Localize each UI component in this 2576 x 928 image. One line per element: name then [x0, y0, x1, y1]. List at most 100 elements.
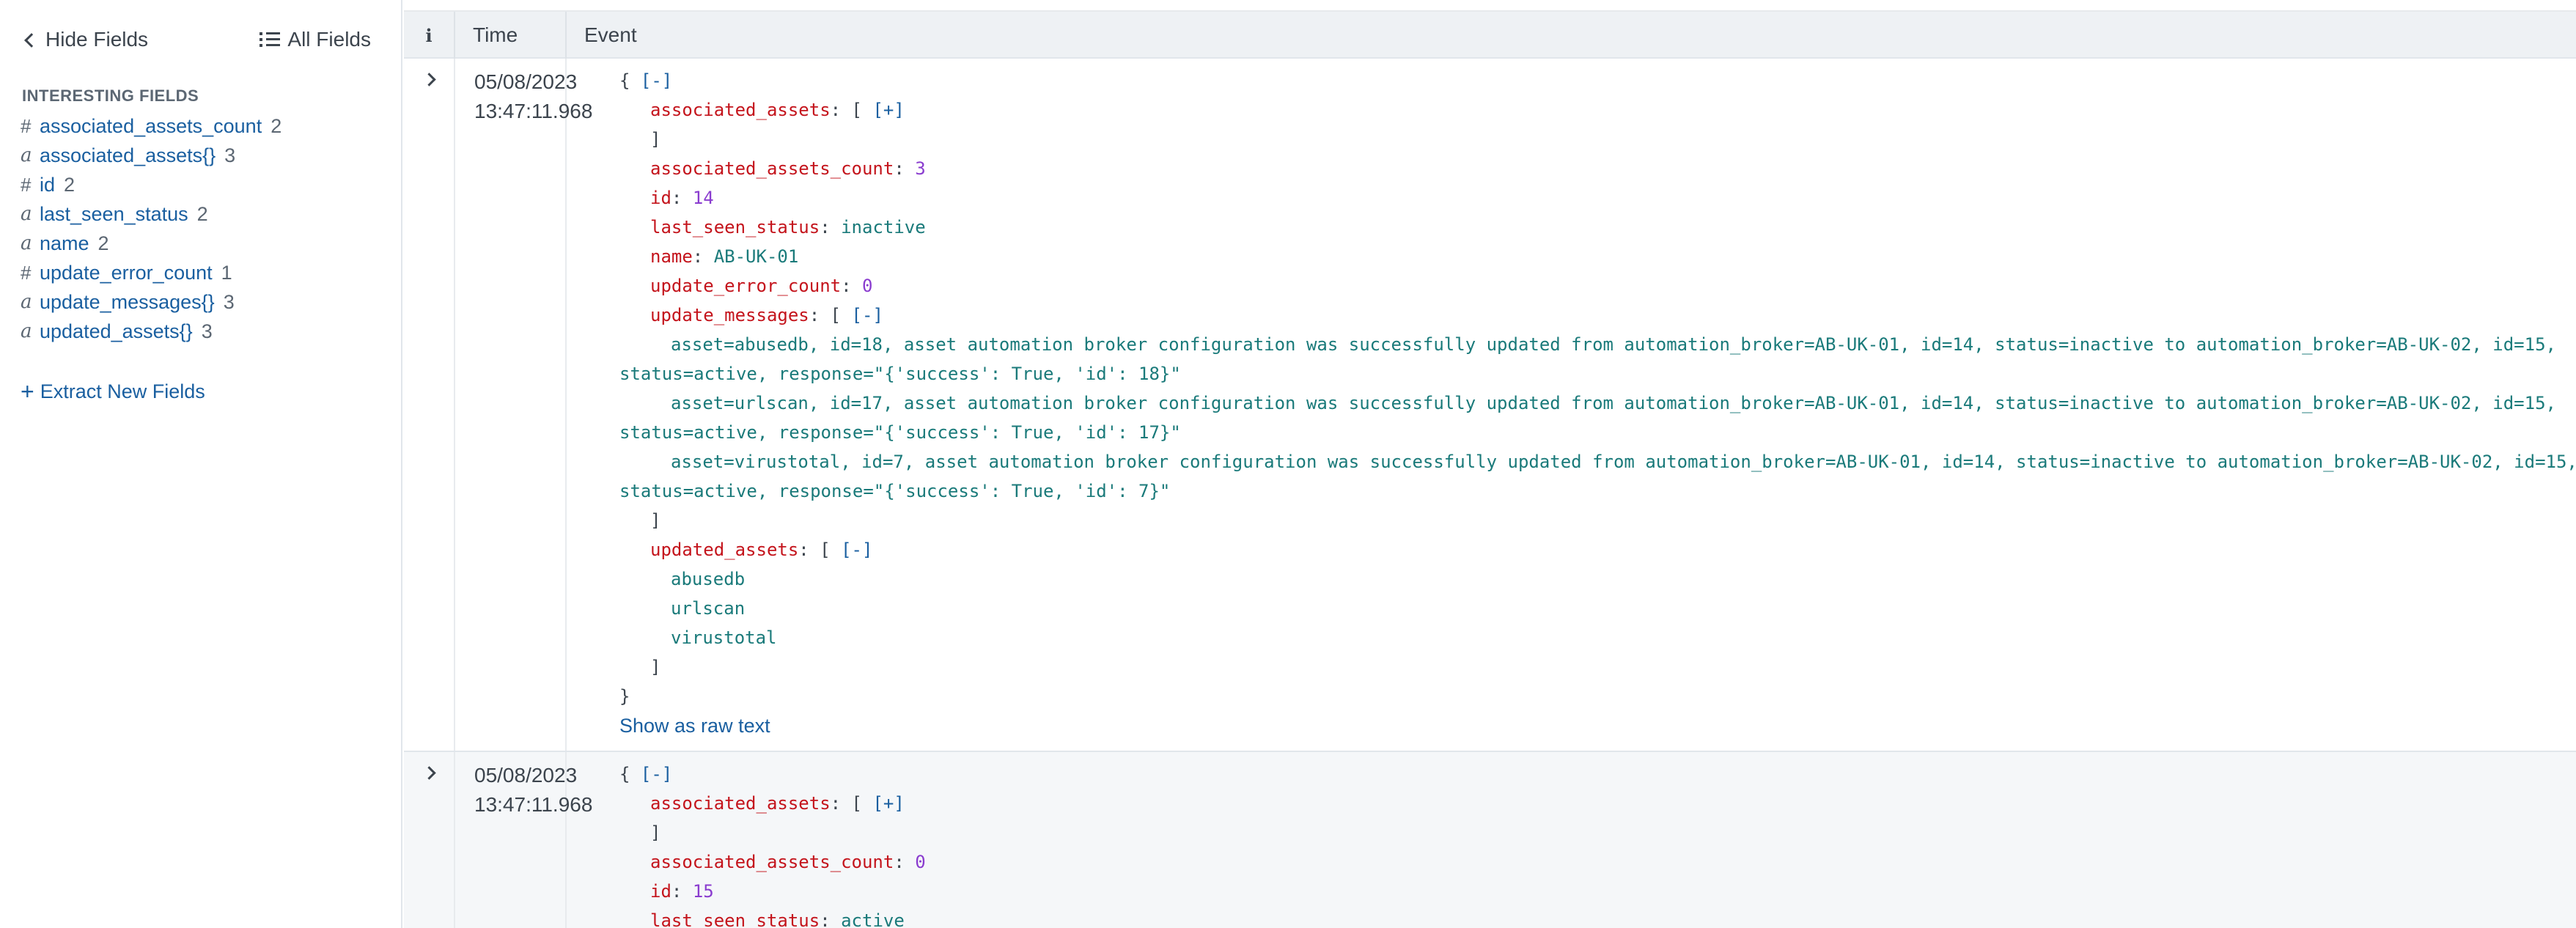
collapse-toggle[interactable]: [-] — [841, 540, 872, 560]
collapse-toggle[interactable]: [-] — [852, 305, 883, 325]
json-line: update_messages: [ [-] — [650, 305, 883, 325]
event-time: 05/08/2023 13:47:11.968 — [474, 761, 592, 820]
field-item[interactable]: a name 2 — [21, 229, 281, 258]
expand-row-chevron-icon[interactable] — [422, 73, 438, 88]
json-key[interactable]: associated_assets_count — [650, 852, 894, 872]
field-item[interactable]: # update_error_count 1 — [21, 258, 281, 287]
field-item[interactable]: a updated_assets{} 3 — [21, 317, 281, 346]
expand-toggle[interactable]: [+] — [872, 100, 904, 120]
collapse-toggle[interactable]: [-] — [641, 70, 672, 91]
field-name[interactable]: associated_assets{} — [40, 144, 216, 167]
json-line: ] — [650, 822, 661, 843]
updated-asset[interactable]: urlscan — [619, 594, 2555, 623]
json-value[interactable]: 3 — [915, 158, 925, 179]
field-item[interactable]: a update_messages{} 3 — [21, 287, 281, 317]
events-panel: i Time Event 05/08/2023 13:47:11.968 { [… — [404, 0, 2576, 928]
json-key[interactable]: name — [650, 246, 693, 267]
json-line: id: 14 — [650, 188, 714, 208]
info-column-header[interactable]: i — [404, 12, 455, 59]
json-line: last_seen_status: inactive — [650, 217, 926, 237]
event-json: { [-] associated_assets: [ [+] ] associa… — [619, 66, 2576, 740]
json-key[interactable]: updated_assets — [650, 540, 798, 560]
extract-new-fields-label: Extract New Fields — [40, 380, 205, 402]
field-item[interactable]: a associated_assets{} 3 — [21, 141, 281, 170]
event-column-header[interactable]: Event — [567, 12, 637, 59]
json-value[interactable]: 0 — [862, 276, 872, 296]
field-name[interactable]: name — [40, 232, 89, 255]
json-value[interactable]: 0 — [915, 852, 925, 872]
field-name[interactable]: updated_assets{} — [40, 320, 193, 343]
events-table-header: i Time Event — [404, 12, 2576, 59]
json-value[interactable]: 15 — [693, 881, 714, 902]
numeric-type-icon: # — [21, 261, 32, 284]
time-column-header[interactable]: Time — [455, 12, 567, 59]
field-count: 3 — [201, 320, 213, 342]
field-count: 2 — [97, 232, 109, 254]
update-message[interactable]: asset=urlscan, id=17, asset automation b… — [619, 388, 2556, 447]
field-count: 2 — [64, 173, 76, 196]
json-line: associated_assets: [ [+] — [650, 100, 905, 120]
json-key[interactable]: associated_assets — [650, 100, 831, 120]
field-name[interactable]: update_error_count — [40, 262, 213, 284]
field-name[interactable]: update_messages{} — [40, 291, 215, 314]
extract-new-fields-link[interactable]: + Extract New Fields — [21, 380, 205, 403]
json-line: ] — [650, 129, 661, 150]
field-name[interactable]: associated_assets_count — [40, 115, 262, 138]
json-key[interactable]: id — [650, 881, 671, 902]
column-divider — [565, 59, 567, 751]
event-clock: 13:47:11.968 — [474, 793, 593, 816]
json-key[interactable]: associated_assets — [650, 793, 831, 814]
field-count: 3 — [224, 144, 236, 166]
interesting-fields-list: # associated_assets_count 2 a associated_as… — [21, 111, 281, 346]
json-value[interactable]: AB-UK-01 — [714, 246, 799, 267]
json-key[interactable]: associated_assets_count — [650, 158, 894, 179]
json-key[interactable]: last_seen_status — [650, 910, 820, 928]
json-line: updated_assets: [ [-] — [650, 540, 873, 560]
column-divider — [454, 752, 455, 928]
event-row: 05/08/2023 13:47:11.968 { [-] associated… — [404, 59, 2576, 751]
numeric-type-icon: # — [21, 173, 32, 196]
string-type-icon: a — [21, 232, 32, 254]
string-type-icon: a — [21, 291, 32, 313]
all-fields-label: All Fields — [287, 28, 371, 51]
json-value[interactable]: inactive — [841, 217, 926, 237]
json-line: last_seen_status: active — [619, 906, 2555, 928]
update-message[interactable]: asset=virustotal, id=7, asset automation… — [619, 447, 2576, 506]
json-line: associated_assets: [ [+] — [650, 793, 905, 814]
json-key[interactable]: last_seen_status — [650, 217, 820, 237]
field-count: 1 — [221, 261, 232, 284]
json-value[interactable]: active — [841, 910, 905, 928]
json-key[interactable]: id — [650, 188, 671, 208]
json-line: associated_assets_count: 3 — [650, 158, 926, 179]
field-item[interactable]: # id 2 — [21, 170, 281, 199]
expand-row-chevron-icon[interactable] — [422, 766, 438, 781]
field-count: 2 — [196, 202, 208, 225]
interesting-fields-heading: INTERESTING FIELDS — [22, 86, 199, 105]
json-line: { [-] — [619, 70, 673, 91]
json-line: ] — [650, 510, 661, 531]
collapse-toggle[interactable]: [-] — [641, 764, 672, 784]
field-name[interactable]: last_seen_status — [40, 203, 188, 226]
all-fields-button[interactable]: All Fields — [260, 28, 371, 51]
hide-fields-button[interactable]: Hide Fields — [24, 28, 148, 51]
show-raw-text-link[interactable]: Show as raw text — [619, 711, 2555, 740]
json-key[interactable]: update_messages — [650, 305, 809, 325]
json-line: } — [619, 686, 630, 707]
updated-asset[interactable]: abusedb — [619, 564, 2555, 594]
updated-asset[interactable]: virustotal — [619, 623, 2555, 652]
json-line: id: 15 — [650, 881, 714, 902]
event-json: { [-] associated_assets: [ [+] ] associa… — [619, 759, 2555, 928]
list-icon — [260, 32, 281, 48]
string-type-icon: a — [21, 144, 32, 166]
event-date: 05/08/2023 — [474, 764, 578, 787]
json-line: { [-] — [619, 764, 673, 784]
field-item[interactable]: # associated_assets_count 2 — [21, 111, 281, 141]
expand-toggle[interactable]: [+] — [872, 793, 904, 814]
plus-icon: + — [21, 378, 34, 405]
field-item[interactable]: a last_seen_status 2 — [21, 199, 281, 229]
field-count: 3 — [223, 290, 235, 313]
update-message[interactable]: asset=abusedb, id=18, asset automation b… — [619, 330, 2556, 388]
json-key[interactable]: update_error_count — [650, 276, 841, 296]
json-value[interactable]: 14 — [693, 188, 714, 208]
field-name[interactable]: id — [40, 174, 55, 196]
